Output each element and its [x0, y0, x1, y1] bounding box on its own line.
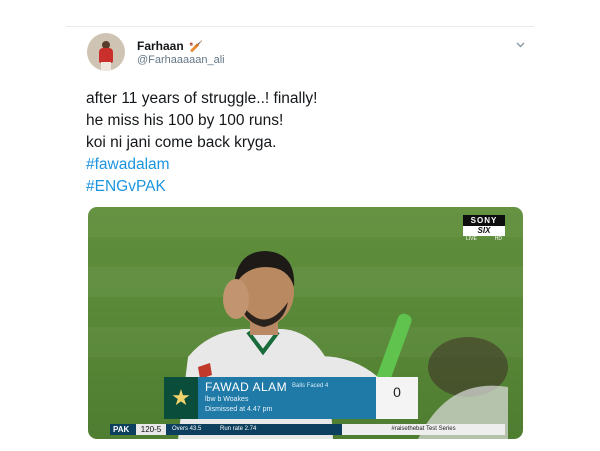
dismissal-time: Dismissed at 4.47 pm	[205, 406, 273, 413]
avatar-figure-legs	[101, 62, 111, 71]
player-name: FAWAD ALAM	[205, 380, 288, 394]
chevron-down-icon[interactable]	[515, 39, 526, 50]
avatar[interactable]	[87, 33, 125, 71]
star-icon: ★	[164, 377, 198, 419]
tweet-line: koi ni jani come back kryga.	[86, 134, 277, 151]
hashtag-link[interactable]: #ENGvPAK	[86, 176, 526, 198]
tweet-card: Farhaan 🏏 @Farhaaaaan_ali after 11 years…	[66, 26, 534, 451]
tweet-line: after 11 years of struggle..! finally!	[86, 90, 318, 107]
tweet-text: after 11 years of struggle..! finally! h…	[86, 88, 526, 198]
series-name: #raisethebat Test Series	[342, 424, 505, 435]
author-handle[interactable]: @Farhaaaaan_ali	[137, 54, 225, 66]
six-text: SIX	[463, 226, 505, 236]
cricket-bat-icon: 🏏	[189, 41, 203, 53]
tweet-line: he miss his 100 by 100 runs!	[86, 112, 284, 129]
dismissal-method: lbw b Woakes	[205, 396, 249, 403]
tweet-media[interactable]: SONY SIX LIVE HD ★ FAWAD ALAM Balls Face…	[88, 207, 523, 439]
balls-faced: Balls Faced 4	[292, 383, 329, 389]
author-name[interactable]: Farhaan 🏏	[137, 39, 203, 53]
team-score: 120-5	[136, 424, 166, 435]
scorecard-info: FAWAD ALAM Balls Faced 4 lbw b Woakes Di…	[198, 377, 376, 419]
run-rate: Run rate 2.74	[220, 426, 257, 432]
author-name-text: Farhaan	[137, 39, 184, 53]
hd-text: HD	[494, 236, 502, 242]
avatar-figure-body	[99, 48, 113, 63]
live-indicator: LIVE HD	[463, 236, 505, 243]
team-name: PAK	[113, 425, 130, 434]
live-text: LIVE	[466, 236, 477, 242]
hashtag-link[interactable]: #fawadalam	[86, 154, 526, 176]
sony-text: SONY	[463, 215, 505, 226]
score-bar: PAK 120-5 Overs 43.5 Run rate 2.74 #rais…	[110, 424, 505, 435]
batsman-scorecard: ★ FAWAD ALAM Balls Faced 4 lbw b Woakes …	[164, 377, 418, 419]
broadcaster-logo: SONY SIX LIVE HD	[463, 215, 505, 243]
pitch-stripe	[88, 207, 523, 237]
overs: Overs 43.5	[172, 426, 202, 432]
player-runs: 0	[376, 377, 418, 419]
